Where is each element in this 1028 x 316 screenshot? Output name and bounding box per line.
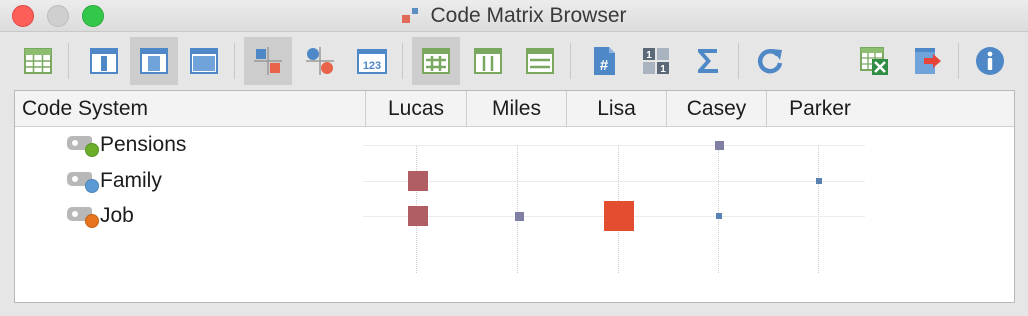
code-row-pensions[interactable]: Pensions bbox=[67, 130, 186, 160]
refresh-button[interactable] bbox=[746, 37, 794, 85]
grid-line bbox=[718, 145, 719, 273]
sigma-icon bbox=[698, 49, 718, 73]
column-header-lisa[interactable]: Lisa bbox=[567, 91, 667, 126]
grid-hash-icon bbox=[422, 48, 450, 74]
rows-button[interactable] bbox=[516, 37, 564, 85]
document-hash-button[interactable]: # bbox=[580, 37, 628, 85]
code-label: Job bbox=[100, 204, 134, 227]
info-button[interactable] bbox=[966, 37, 1014, 85]
matrix-cell-symbol[interactable] bbox=[816, 178, 822, 184]
table-view-icon bbox=[24, 48, 52, 74]
svg-text:1: 1 bbox=[646, 50, 652, 61]
numbers-icon: 123 bbox=[357, 49, 387, 74]
column-layout-1-button[interactable] bbox=[80, 37, 128, 85]
column-layout-2-icon bbox=[140, 48, 168, 74]
grid-line bbox=[818, 145, 819, 273]
grid-line bbox=[363, 181, 865, 182]
circles-symbol-button[interactable] bbox=[296, 37, 344, 85]
code-tag-icon bbox=[67, 168, 99, 194]
app-logo-icon bbox=[401, 6, 421, 26]
code-system-header[interactable]: Code System bbox=[15, 91, 366, 126]
matrix-cell-symbol[interactable] bbox=[408, 206, 428, 226]
matrix-cell-symbol[interactable] bbox=[514, 211, 524, 221]
svg-text:#: # bbox=[600, 57, 609, 74]
code-tag-icon bbox=[67, 132, 99, 158]
info-icon bbox=[976, 47, 1004, 75]
document-hash-icon: # bbox=[594, 47, 615, 75]
numbers-button[interactable]: 123 bbox=[348, 37, 396, 85]
code-row-family[interactable]: Family bbox=[67, 166, 162, 196]
toolbar: 123 # 1 1 bbox=[0, 33, 1028, 89]
binary-matrix-icon: 1 1 bbox=[643, 48, 669, 75]
matrix-cell-symbol[interactable] bbox=[604, 201, 634, 231]
column-header-casey[interactable]: Casey bbox=[667, 91, 767, 126]
code-matrix-panel: Code System Lucas Miles Lisa Casey Parke… bbox=[14, 90, 1015, 303]
export-excel-button[interactable] bbox=[850, 37, 898, 85]
sigma-button[interactable] bbox=[684, 37, 732, 85]
matrix-header-row: Code System Lucas Miles Lisa Casey Parke… bbox=[15, 91, 1014, 127]
columns-icon bbox=[474, 48, 502, 74]
export-arrow-button[interactable] bbox=[904, 37, 952, 85]
grid-hash-button[interactable] bbox=[412, 37, 460, 85]
export-excel-icon bbox=[860, 47, 888, 75]
squares-symbol-button[interactable] bbox=[244, 37, 292, 85]
rows-icon bbox=[526, 48, 554, 74]
grid-line bbox=[517, 145, 518, 273]
column-layout-3-button[interactable] bbox=[180, 37, 228, 85]
window-title: Code Matrix Browser bbox=[430, 4, 627, 27]
binary-matrix-button[interactable]: 1 1 bbox=[632, 37, 680, 85]
circles-symbol-icon bbox=[306, 47, 334, 75]
column-header-miles[interactable]: Miles bbox=[467, 91, 567, 126]
table-view-button[interactable] bbox=[14, 37, 62, 85]
columns-button[interactable] bbox=[464, 37, 512, 85]
code-tag-icon bbox=[67, 203, 99, 229]
squares-symbol-icon bbox=[254, 47, 282, 75]
column-layout-2-button[interactable] bbox=[130, 37, 178, 85]
column-layout-1-icon bbox=[90, 48, 118, 74]
column-layout-3-icon bbox=[190, 48, 218, 74]
matrix-body: Pensions Family Job bbox=[15, 127, 1014, 302]
code-label: Pensions bbox=[100, 133, 187, 156]
code-label: Family bbox=[100, 169, 162, 192]
column-header-parker[interactable]: Parker bbox=[767, 91, 873, 126]
code-row-job[interactable]: Job bbox=[67, 201, 134, 231]
title-bar: Code Matrix Browser bbox=[0, 0, 1028, 32]
matrix-cell-symbol[interactable] bbox=[408, 171, 428, 191]
matrix-cell-symbol[interactable] bbox=[714, 140, 724, 150]
column-header-lucas[interactable]: Lucas bbox=[366, 91, 467, 126]
refresh-icon bbox=[757, 49, 783, 74]
grid-line bbox=[363, 145, 865, 146]
svg-text:123: 123 bbox=[363, 60, 381, 72]
matrix-cell-symbol[interactable] bbox=[716, 213, 722, 219]
svg-text:1: 1 bbox=[660, 64, 666, 75]
export-arrow-icon bbox=[915, 48, 941, 74]
